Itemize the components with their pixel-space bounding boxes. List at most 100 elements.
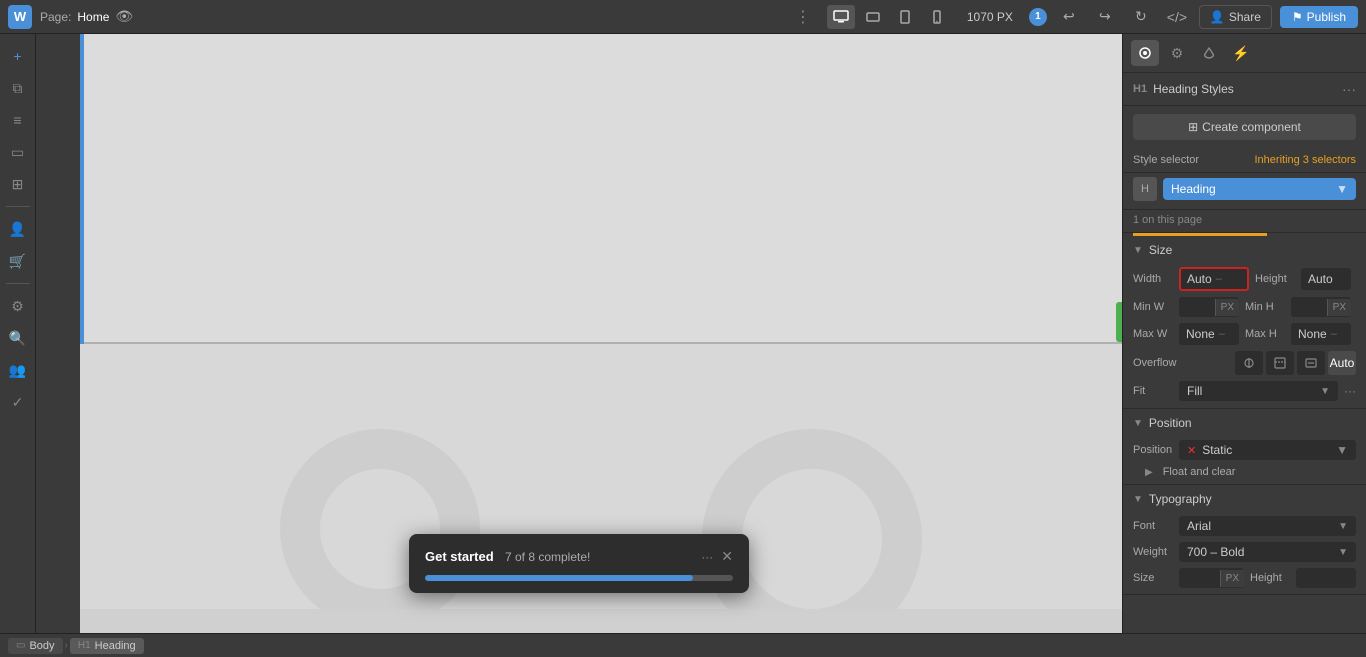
effects-tab[interactable]: ⚡ bbox=[1227, 40, 1255, 66]
font-dropdown[interactable]: Arial ▼ bbox=[1179, 516, 1356, 536]
weight-dropdown[interactable]: 700 – Bold ▼ bbox=[1179, 542, 1356, 562]
tablet-landscape-btn[interactable] bbox=[859, 5, 887, 29]
position-section: ▼ Position Position ✕ Static ▼ ▶ Float a… bbox=[1123, 409, 1366, 485]
canvas-resize-handle[interactable] bbox=[1116, 302, 1122, 342]
get-started-more-icon[interactable]: ··· bbox=[701, 550, 713, 564]
styles-tab[interactable] bbox=[1131, 40, 1159, 66]
min-w-input: 0 PX bbox=[1179, 297, 1239, 317]
overflow-scroll-btn[interactable] bbox=[1297, 351, 1325, 375]
size-section-header[interactable]: ▼ Size bbox=[1123, 236, 1366, 264]
refresh-btn[interactable]: ↻ bbox=[1127, 3, 1155, 31]
canvas-width-display: 1070 PX bbox=[967, 10, 1013, 24]
max-h-input[interactable]: None – bbox=[1291, 323, 1351, 345]
settings-tab[interactable]: ⚙ bbox=[1163, 40, 1191, 66]
search-btn[interactable]: 🔍 bbox=[4, 324, 32, 352]
assets-btn[interactable]: ▭ bbox=[4, 138, 32, 166]
get-started-title: Get started bbox=[425, 549, 494, 564]
float-expand-arrow: ▶ bbox=[1145, 467, 1153, 478]
fit-label: Fit bbox=[1133, 385, 1173, 397]
layers-btn[interactable]: ⧉ bbox=[4, 74, 32, 102]
users-btn[interactable]: 👤 bbox=[4, 215, 32, 243]
float-clear-label: Float and clear bbox=[1163, 466, 1236, 478]
topbar: W Page: Home 👁 ⋮ 1070 PX 1 ↩ ↪ ↻ </> 👤 S… bbox=[0, 0, 1366, 34]
weight-label: Weight bbox=[1133, 546, 1173, 558]
more-options-icon[interactable]: ⋮ bbox=[795, 7, 811, 27]
heading-breadcrumb[interactable]: H1 Heading bbox=[70, 638, 144, 654]
line-height-label: Height bbox=[1250, 572, 1290, 584]
tasks-btn[interactable]: ✓ bbox=[4, 388, 32, 416]
font-size-input: 38 PX bbox=[1179, 568, 1244, 588]
height-input[interactable]: Auto bbox=[1301, 268, 1351, 290]
width-unit: – bbox=[1216, 273, 1222, 285]
overflow-hidden-btn[interactable] bbox=[1266, 351, 1294, 375]
position-x-icon: ✕ bbox=[1187, 444, 1196, 457]
typography-section-header[interactable]: ▼ Typography bbox=[1123, 485, 1366, 513]
selector-dropdown[interactable]: Heading ▼ bbox=[1163, 178, 1356, 200]
app-logo[interactable]: W bbox=[8, 5, 32, 29]
notification-badge[interactable]: 1 bbox=[1029, 8, 1047, 26]
canvas-area[interactable]: Get started 7 of 8 complete! ··· ✕ bbox=[36, 34, 1122, 633]
get-started-close-btn[interactable]: ✕ bbox=[721, 548, 733, 565]
cms-btn[interactable]: ≡ bbox=[4, 106, 32, 134]
ecommerce-btn[interactable]: 🛒 bbox=[4, 247, 32, 275]
typography-section-title: Typography bbox=[1149, 492, 1356, 506]
position-section-title: Position bbox=[1149, 416, 1356, 430]
min-h-input: 0 PX bbox=[1291, 297, 1351, 317]
heading-label: Heading bbox=[95, 640, 136, 652]
preview-icon[interactable]: 👁 bbox=[115, 8, 133, 25]
max-w-input[interactable]: None – bbox=[1179, 323, 1239, 345]
topbar-actions: ↩ ↪ ↻ </> 👤 Share ⚑ Publish bbox=[1055, 3, 1358, 31]
typography-collapse-arrow: ▼ bbox=[1133, 494, 1143, 505]
desktop-device-btn[interactable] bbox=[827, 5, 855, 29]
bottom-breadcrumb-bar: ▭ Body › H1 Heading bbox=[0, 633, 1366, 657]
size-section-title: Size bbox=[1149, 243, 1356, 257]
typography-section: ▼ Typography Font Arial ▼ Weight 700 – B… bbox=[1123, 485, 1366, 595]
page-name[interactable]: Home bbox=[77, 10, 109, 24]
min-h-label: Min H bbox=[1245, 301, 1285, 313]
line-height-value[interactable]: 44 bbox=[1296, 568, 1356, 588]
min-w-value[interactable]: 0 bbox=[1179, 297, 1215, 317]
canvas[interactable] bbox=[80, 34, 1122, 609]
style-selector-label: Style selector bbox=[1133, 154, 1199, 166]
font-size-value[interactable]: 38 bbox=[1179, 568, 1220, 588]
fit-dropdown[interactable]: Fill ▼ bbox=[1179, 381, 1338, 401]
min-w-h-row: Min W 0 PX Min H 0 PX bbox=[1123, 294, 1366, 320]
selector-row: H Heading ▼ bbox=[1123, 173, 1366, 210]
share-button[interactable]: 👤 Share bbox=[1199, 5, 1272, 29]
get-started-actions: ··· ✕ bbox=[701, 548, 733, 565]
position-section-header[interactable]: ▼ Position bbox=[1123, 409, 1366, 437]
redo-btn[interactable]: ↪ bbox=[1091, 3, 1119, 31]
site-settings-btn[interactable]: ⚙ bbox=[4, 292, 32, 320]
breadcrumb-separator: › bbox=[65, 640, 68, 651]
heading-more-btn[interactable]: ··· bbox=[1342, 81, 1356, 97]
body-breadcrumb[interactable]: ▭ Body bbox=[8, 638, 63, 654]
style-selector-row: Style selector Inheriting 3 selectors bbox=[1123, 148, 1366, 173]
get-started-header: Get started 7 of 8 complete! ··· ✕ bbox=[425, 548, 733, 565]
overflow-visible-btn[interactable] bbox=[1235, 351, 1263, 375]
weight-chevron-icon: ▼ bbox=[1338, 547, 1348, 558]
mobile-btn[interactable] bbox=[923, 5, 951, 29]
overflow-auto-btn[interactable]: Auto bbox=[1328, 351, 1356, 375]
position-dropdown[interactable]: ✕ Static ▼ bbox=[1179, 440, 1356, 460]
min-h-value[interactable]: 0 bbox=[1291, 297, 1327, 317]
float-clear-row[interactable]: ▶ Float and clear bbox=[1123, 463, 1366, 484]
width-input[interactable]: Auto – bbox=[1179, 267, 1249, 291]
code-btn[interactable]: </> bbox=[1163, 3, 1191, 31]
fit-more-btn[interactable]: ··· bbox=[1344, 384, 1356, 398]
overflow-buttons: Auto bbox=[1182, 351, 1356, 375]
publish-button[interactable]: ⚑ Publish bbox=[1280, 6, 1358, 28]
position-chevron-icon: ▼ bbox=[1336, 443, 1348, 457]
position-row: Position ✕ Static ▼ bbox=[1123, 437, 1366, 463]
sidebar-separator-2 bbox=[6, 283, 30, 284]
overflow-label: Overflow bbox=[1133, 357, 1176, 369]
canvas-top-section[interactable] bbox=[80, 34, 1122, 344]
fill-tab[interactable] bbox=[1195, 40, 1223, 66]
create-component-btn[interactable]: ⊞ Create component bbox=[1133, 114, 1356, 140]
fit-chevron-icon: ▼ bbox=[1320, 386, 1330, 397]
tablet-portrait-btn[interactable] bbox=[891, 5, 919, 29]
weight-row: Weight 700 – Bold ▼ bbox=[1123, 539, 1366, 565]
grid-btn[interactable]: ⊞ bbox=[4, 170, 32, 198]
add-element-btn[interactable]: + bbox=[4, 42, 32, 70]
undo-btn[interactable]: ↩ bbox=[1055, 3, 1083, 31]
team-btn[interactable]: 👥 bbox=[4, 356, 32, 384]
